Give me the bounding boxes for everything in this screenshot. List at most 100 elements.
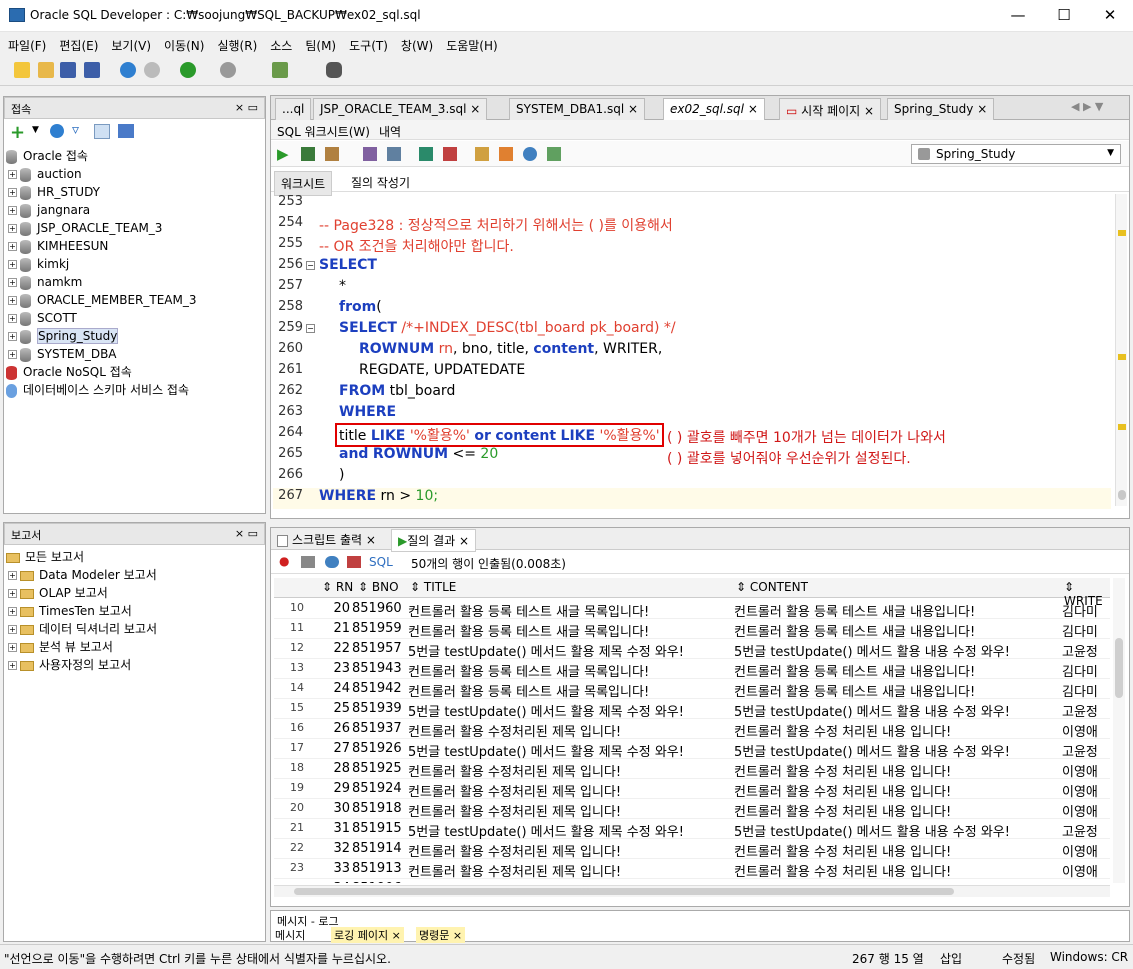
table-cell[interactable]: 이영애 <box>1062 761 1110 780</box>
table-cell[interactable]: 컨트롤러 활용 수정처리된 제목 입니다! <box>408 841 734 860</box>
table-row[interactable]: 22 32 851914 컨트롤러 활용 수정처리된 제목 입니다! 컨트롤러 활용 수… <box>274 839 1110 860</box>
table-row[interactable]: 12 22 851957 5번글 testUpdate() 메서드 활용 제목 수정 … <box>274 639 1110 660</box>
tab-spring-study[interactable]: Spring_Study × <box>887 98 995 120</box>
table-cell[interactable]: 컨트롤러 활용 수정 처리된 내용 입니다! <box>734 861 1060 880</box>
tree-item-kimkj[interactable]: + kimkj <box>4 255 265 273</box>
tree-item-namkm[interactable]: + namkm <box>4 273 265 291</box>
table-cell[interactable]: 851925 <box>352 761 406 776</box>
tree-item-scott[interactable]: + SCOTT <box>4 309 265 327</box>
row-number[interactable]: 15 <box>274 701 304 714</box>
tab-logging-page[interactable]: 로깅 페이지 × <box>331 927 404 943</box>
pin-icon[interactable]: ● <box>279 554 289 568</box>
table-cell[interactable]: 851915 <box>352 821 406 836</box>
sql-worksheet-icon[interactable] <box>272 62 288 78</box>
filter-icon[interactable]: ▿ <box>72 122 79 138</box>
tree-item-data-dictionary[interactable]: + 데이터 딕셔너리 보고서 <box>4 620 265 638</box>
table-cell[interactable]: 이영애 <box>1062 841 1110 860</box>
redo-icon[interactable] <box>144 62 160 78</box>
table-row[interactable]: 10 20 851960 컨트롤러 활용 등록 테스트 새글 목록입니다! 컨트롤러 활… <box>274 599 1110 620</box>
table-cell[interactable]: 5번글 testUpdate() 메서드 활용 제목 수정 와우! <box>408 821 734 840</box>
forward-icon[interactable] <box>220 62 236 78</box>
table-row[interactable]: 14 24 851942 컨트롤러 활용 등록 테스트 새글 목록입니다! 컨트롤러 활… <box>274 679 1110 700</box>
menu-edit[interactable]: 편집(E) <box>51 32 103 54</box>
table-row[interactable]: 13 23 851943 컨트롤러 활용 등록 테스트 새글 목록입니다! 컨트롤러 활… <box>274 659 1110 680</box>
table-cell[interactable]: 5번글 testUpdate() 메서드 활용 내용 수정 와우! <box>734 881 1060 883</box>
table-cell[interactable]: 23 <box>318 661 350 676</box>
tree-item-schema-service[interactable]: 데이터베이스 스키마 서비스 접속 <box>4 381 265 399</box>
tree-item-data-modeler[interactable]: + Data Modeler 보고서 <box>4 566 265 584</box>
table-cell[interactable]: 고윤정 <box>1062 821 1110 840</box>
table-cell[interactable]: 21 <box>318 621 350 636</box>
tree-item-jangnara[interactable]: + jangnara <box>4 201 265 219</box>
table-row[interactable]: 18 28 851925 컨트롤러 활용 수정처리된 제목 입니다! 컨트롤러 활용 수… <box>274 759 1110 780</box>
row-number[interactable]: 16 <box>274 721 304 734</box>
table-cell[interactable]: 김다미 <box>1062 621 1110 640</box>
tab-ex02-sql[interactable]: ex02_sql.sql × <box>663 98 765 120</box>
table-cell[interactable]: 851918 <box>352 801 406 816</box>
tree-item-nosql[interactable]: Oracle NoSQL 접속 <box>4 363 265 381</box>
save-icon[interactable] <box>60 62 76 78</box>
menu-file[interactable]: 파일(F) <box>0 32 51 54</box>
tree-item-hr-study[interactable]: + HR_STUDY <box>4 183 265 201</box>
add-connection-icon[interactable]: + <box>10 122 25 143</box>
row-number[interactable]: 23 <box>274 861 304 874</box>
row-number[interactable]: 19 <box>274 781 304 794</box>
table-row[interactable]: 16 26 851937 컨트롤러 활용 수정처리된 제목 입니다! 컨트롤러 활용 수… <box>274 719 1110 740</box>
undo-icon[interactable] <box>120 62 136 78</box>
table-cell[interactable]: 851957 <box>352 641 406 656</box>
run-script-icon[interactable] <box>301 147 315 161</box>
table-cell[interactable]: 28 <box>318 761 350 776</box>
table-cell[interactable]: 5번글 testUpdate() 메서드 활용 제목 수정 와우! <box>408 881 734 883</box>
table-cell[interactable]: 컨트롤러 활용 수정처리된 제목 입니다! <box>408 861 734 880</box>
column-header-content[interactable]: ⇕ CONTENT <box>736 580 808 594</box>
table-cell[interactable]: 이영애 <box>1062 721 1110 740</box>
table-row[interactable]: 24 348519065번글 testUpdate() 메서드 활용 제목 수정 … <box>274 879 1110 883</box>
table-row[interactable]: 19 29 851924 컨트롤러 활용 수정처리된 제목 입니다! 컨트롤러 활용 수… <box>274 779 1110 800</box>
table-cell[interactable]: 김다미 <box>1062 681 1110 700</box>
row-number[interactable]: 13 <box>274 661 304 674</box>
table-cell[interactable]: 5번글 testUpdate() 메서드 활용 내용 수정 와우! <box>734 641 1060 660</box>
tree-root-oracle[interactable]: Oracle 접속 <box>4 147 265 165</box>
table-cell[interactable]: 컨트롤러 활용 수정 처리된 내용 입니다! <box>734 801 1060 820</box>
maximize-button[interactable]: ☐ <box>1041 0 1087 32</box>
tab-worksheet[interactable]: 워크시트 <box>274 171 333 196</box>
table-cell[interactable]: 컨트롤러 활용 수정처리된 제목 입니다! <box>408 721 734 740</box>
menu-window[interactable]: 창(W) <box>393 32 438 54</box>
close-icon[interactable]: × ▭ <box>235 101 258 114</box>
history-icon[interactable] <box>523 147 537 161</box>
sql-button[interactable]: SQL <box>369 555 393 569</box>
table-cell[interactable]: 5번글 testUpdate() 메서드 활용 제목 수정 와우! <box>408 641 734 660</box>
tree-item-auction[interactable]: + auction <box>4 165 265 183</box>
table-cell[interactable]: 컨트롤러 활용 등록 테스트 새글 목록입니다! <box>408 601 734 620</box>
tree-item-jsp-oracle-team-3[interactable]: + JSP_ORACLE_TEAM_3 <box>4 219 265 237</box>
close-button[interactable]: ✕ <box>1087 0 1133 32</box>
table-row[interactable]: 17 27 851926 5번글 testUpdate() 메서드 활용 제목 수정 … <box>274 739 1110 760</box>
table-cell[interactable]: 26 <box>318 721 350 736</box>
cancel-icon[interactable] <box>347 556 361 568</box>
tab-query-result[interactable]: ▶질의 결과 × <box>391 529 477 552</box>
table-cell[interactable]: 이영애 <box>1062 801 1110 820</box>
new-icon[interactable] <box>14 62 30 78</box>
table-cell[interactable]: 5번글 testUpdate() 메서드 활용 제목 수정 와우! <box>408 741 734 760</box>
row-number[interactable]: 11 <box>274 621 304 634</box>
column-header-title[interactable]: ⇕ TITLE <box>410 580 456 594</box>
tab-system-dba1[interactable]: SYSTEM_DBA1.sql × <box>509 98 646 120</box>
tab-jsp-oracle-team-3[interactable]: JSP_ORACLE_TEAM_3.sql × <box>313 98 488 120</box>
rollback-icon[interactable] <box>443 147 457 161</box>
tree-item-timesten[interactable]: + TimesTen 보고서 <box>4 602 265 620</box>
row-number[interactable]: 24 <box>274 881 304 883</box>
menu-navigate[interactable]: 이동(N) <box>156 32 209 54</box>
table-cell[interactable]: 컨트롤러 활용 등록 테스트 새글 내용입니다! <box>734 601 1060 620</box>
table-cell[interactable]: 컨트롤러 활용 등록 테스트 새글 목록입니다! <box>408 681 734 700</box>
menu-run[interactable]: 실행(R) <box>209 32 262 54</box>
tab-query-builder[interactable]: 질의 작성기 <box>351 174 410 191</box>
table-cell[interactable]: 5번글 testUpdate() 메서드 활용 내용 수정 와우! <box>734 701 1060 720</box>
commit-icon[interactable] <box>325 147 339 161</box>
table-row[interactable]: 23 33 851913 컨트롤러 활용 수정처리된 제목 입니다! 컨트롤러 활용 수… <box>274 859 1110 880</box>
table-cell[interactable]: 컨트롤러 활용 수정 처리된 내용 입니다! <box>734 841 1060 860</box>
table-cell[interactable]: 851959 <box>352 621 406 636</box>
table-cell[interactable]: 5번글 testUpdate() 메서드 활용 내용 수정 와우! <box>734 741 1060 760</box>
row-number[interactable]: 21 <box>274 821 304 834</box>
table-cell[interactable]: 29 <box>318 781 350 796</box>
tree-item-system-dba[interactable]: + SYSTEM_DBA <box>4 345 265 363</box>
